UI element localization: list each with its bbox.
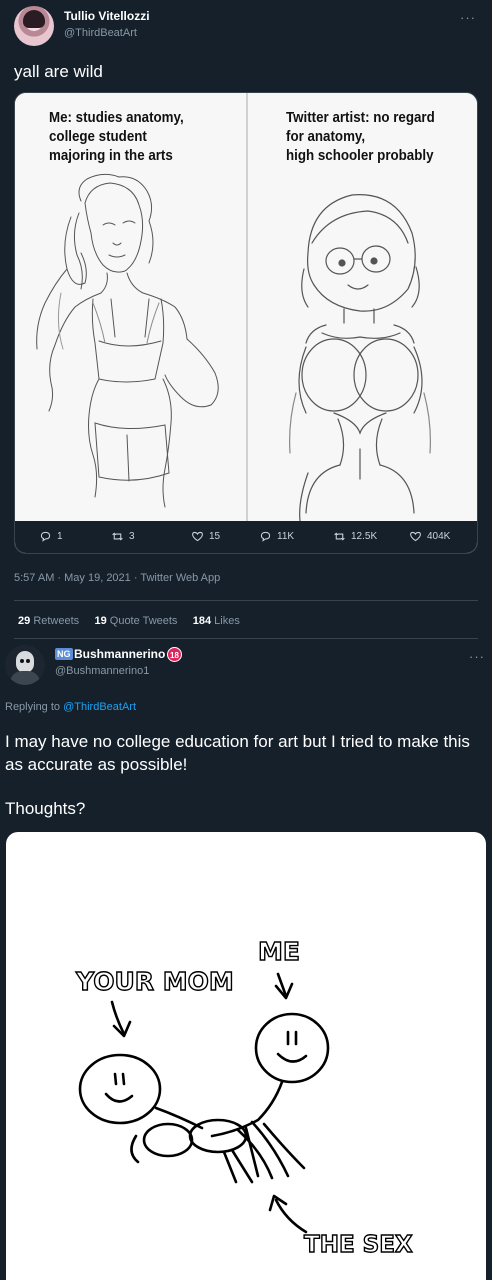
heart-icon xyxy=(410,531,421,542)
right-likes: 404K xyxy=(409,530,450,543)
ng-badge: NG xyxy=(55,648,73,660)
author-handle[interactable]: @ThirdBeatArt xyxy=(64,27,137,39)
cartoon-sketch xyxy=(289,194,431,521)
retweet-icon xyxy=(112,532,123,541)
anatomy-sketch xyxy=(36,173,219,508)
tweet-image[interactable]: Me: studies anatomy, college student maj… xyxy=(14,92,478,554)
left-retweets: 3 xyxy=(111,530,135,543)
tweet-timestamp[interactable]: 5:57 AM · May 19, 2021 · Twitter Web App xyxy=(14,572,220,584)
reply-author-avatar[interactable] xyxy=(5,645,45,685)
more-options-icon[interactable]: ··· xyxy=(469,649,485,664)
reply-image[interactable]: YOUR MOM ME THE SEX xyxy=(6,832,486,1280)
label-your-mom: YOUR MOM xyxy=(75,967,234,996)
more-options-icon[interactable]: ··· xyxy=(460,10,476,25)
age-18-badge: 18 xyxy=(167,647,182,662)
label-me: ME xyxy=(258,937,300,966)
left-replies: 1 xyxy=(39,530,63,543)
engagement-counts: 29 Retweets 19 Quote Tweets 184 Likes xyxy=(18,615,240,627)
reply-author-handle[interactable]: @Bushmannerino1 xyxy=(55,665,149,677)
retweets-count[interactable]: 29 Retweets xyxy=(18,615,79,627)
right-replies: 11K xyxy=(259,530,294,543)
left-likes: 15 xyxy=(191,530,220,543)
tweet-text: yall are wild xyxy=(14,62,103,81)
retweet-icon xyxy=(334,532,345,541)
divider xyxy=(14,600,478,601)
stick-figure-drawing: YOUR MOM ME THE SEX xyxy=(74,936,413,1258)
avatar-face xyxy=(16,651,34,673)
quote-tweets-count[interactable]: 19 Quote Tweets xyxy=(94,615,177,627)
right-retweets: 12.5K xyxy=(333,530,377,543)
divider xyxy=(14,638,478,639)
replying-to: Replying to @ThirdBeatArt xyxy=(5,701,137,713)
replying-to-link[interactable]: @ThirdBeatArt xyxy=(63,701,136,713)
reply-icon xyxy=(260,531,271,542)
reply-text: I may have no college education for art … xyxy=(5,732,470,774)
author-name[interactable]: Tullio Vitellozzi xyxy=(64,9,150,23)
reply-author-name[interactable]: Bushmannerino xyxy=(74,647,165,661)
comparison-panel-left: Me: studies anatomy, college student maj… xyxy=(15,93,246,521)
author-avatar[interactable] xyxy=(14,6,54,46)
reply-text-question: Thoughts? xyxy=(5,799,86,818)
image-stats-bar: 1 3 15 11K 12.5K 404K xyxy=(15,521,477,553)
reply-icon xyxy=(40,531,51,542)
label-the-sex: THE SEX xyxy=(304,1232,413,1258)
comparison-panel-right: Twitter artist: no regard for anatomy, h… xyxy=(248,93,477,521)
heart-icon xyxy=(192,531,203,542)
likes-count[interactable]: 184 Likes xyxy=(193,615,240,627)
